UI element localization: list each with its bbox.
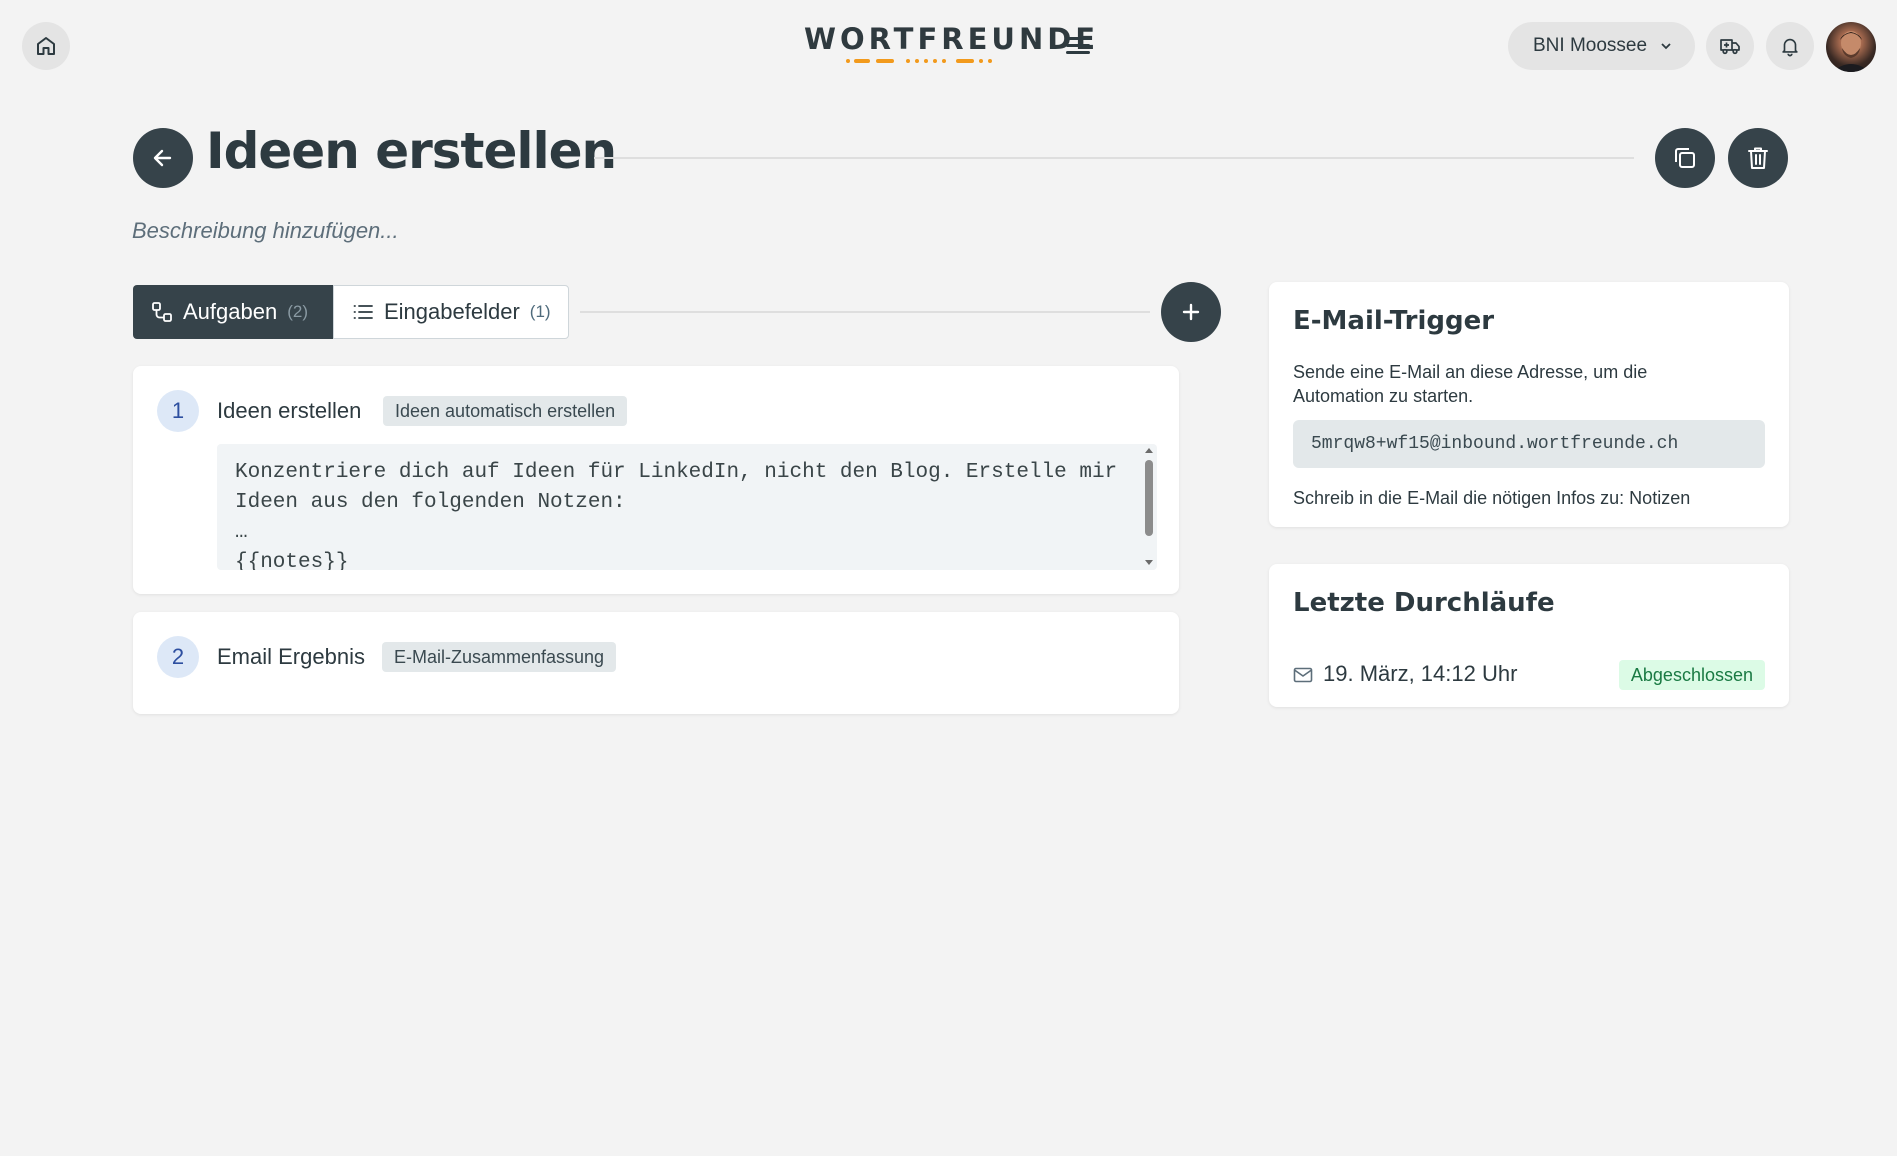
tab-tasks[interactable]: Aufgaben (2) <box>133 285 333 339</box>
tab-tasks-count: (2) <box>287 302 308 321</box>
step-title[interactable]: Ideen erstellen <box>217 398 361 424</box>
home-button[interactable] <box>22 22 70 70</box>
truck-icon <box>1720 39 1740 55</box>
title-divider <box>594 157 1634 159</box>
avatar-image-icon <box>1832 31 1870 72</box>
arrow-left-icon <box>153 149 172 167</box>
delete-button[interactable] <box>1728 128 1788 188</box>
workflow-icon <box>152 302 172 322</box>
prompt-textarea[interactable]: Konzentriere dich auf Ideen für LinkedIn… <box>217 444 1157 570</box>
step-card[interactable]: 2 Email Ergebnis E-Mail-Zusammenfassung <box>133 612 1179 714</box>
step-title[interactable]: Email Ergebnis <box>217 644 365 670</box>
prompt-scrollbar[interactable] <box>1141 444 1157 570</box>
delivery-button[interactable] <box>1706 22 1754 70</box>
email-trigger-card: E-Mail-Trigger Sende eine E-Mail an dies… <box>1269 282 1789 527</box>
step-type-badge: Ideen automatisch erstellen <box>383 396 628 426</box>
tab-bar: Aufgaben (2) Eingabefelder (1) <box>133 285 569 339</box>
step-type-badge: E-Mail-Zusammenfassung <box>382 642 617 672</box>
page-title[interactable]: Ideen erstellen <box>206 122 617 180</box>
status-badge: Abgeschlossen <box>1618 660 1765 690</box>
tab-input-fields-count: (1) <box>529 302 551 321</box>
chevron-down-icon <box>1661 43 1671 50</box>
recent-runs-card: Letzte Durchläufe 19. März, 14:12 Uhr Ab… <box>1269 564 1789 707</box>
description-input[interactable]: Beschreibung hinzufügen... <box>132 218 399 244</box>
back-button[interactable] <box>133 128 193 188</box>
email-trigger-title: E-Mail-Trigger <box>1293 306 1495 336</box>
trigger-email-address[interactable]: 5mrqw8+wf15@inbound.wortfreunde.ch <box>1293 420 1765 468</box>
run-date: 19. März, 14:12 Uhr <box>1323 661 1518 686</box>
bell-icon <box>1782 38 1798 57</box>
notifications-button[interactable] <box>1766 22 1814 70</box>
mail-icon <box>1293 667 1313 683</box>
list-icon <box>353 305 373 319</box>
step-number: 1 <box>157 390 199 432</box>
email-trigger-intro: Sende eine E-Mail an diese Adresse, um d… <box>1293 362 1648 406</box>
email-trigger-hint: Schreib in die E-Mail die nötigen Infos … <box>1293 488 1691 508</box>
scroll-thumb[interactable] <box>1145 460 1153 536</box>
tabs-divider <box>580 311 1150 313</box>
scroll-down-icon <box>1145 560 1153 565</box>
duplicate-button[interactable] <box>1655 128 1715 188</box>
logo-underline-icon <box>846 59 992 63</box>
scroll-up-icon <box>1145 448 1153 453</box>
add-step-button[interactable] <box>1161 282 1221 342</box>
user-avatar[interactable] <box>1826 22 1876 72</box>
home-icon <box>37 37 55 55</box>
recent-runs-title: Letzte Durchläufe <box>1293 588 1555 618</box>
top-bar: WORTFREUNDE BNI Moossee <box>0 0 1897 92</box>
prompt-text: Konzentriere dich auf Ideen für LinkedIn… <box>235 461 1118 570</box>
plus-icon <box>1182 303 1200 321</box>
tab-input-fields[interactable]: Eingabefelder (1) <box>333 285 569 339</box>
hamburger-menu-icon[interactable] <box>1064 32 1094 58</box>
tab-tasks-label: Aufgaben <box>183 299 278 324</box>
step-card[interactable]: 1 Ideen erstellen Ideen automatisch erst… <box>133 366 1179 594</box>
step-number: 2 <box>157 636 199 678</box>
tab-input-fields-label: Eingabefelder <box>384 299 520 324</box>
organization-name: BNI Moossee <box>1533 35 1648 56</box>
trash-icon <box>1748 147 1768 169</box>
copy-icon <box>1675 148 1695 168</box>
organization-select[interactable]: BNI Moossee <box>1508 22 1695 70</box>
